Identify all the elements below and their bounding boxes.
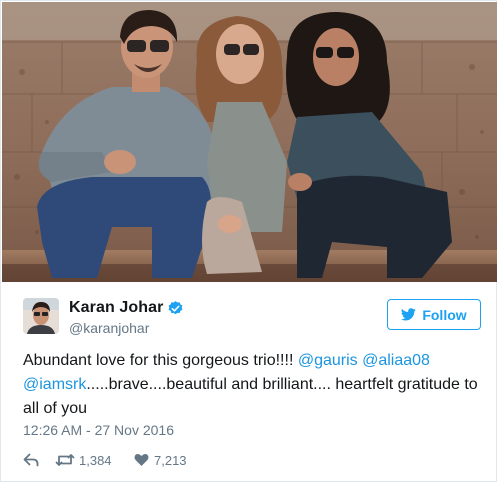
embedded-tweet-card: Karan Johar @karanjohar Follow Abundant … — [0, 0, 497, 482]
heart-icon — [134, 453, 149, 466]
tweet-timestamp[interactable]: 12:26 AM - 27 Nov 2016 — [23, 422, 174, 438]
author-avatar[interactable] — [23, 298, 59, 334]
mention-link-iamsrk[interactable]: @iamsrk — [23, 376, 86, 393]
like-button[interactable]: 7,213 — [134, 453, 187, 468]
follow-button[interactable]: Follow — [387, 299, 481, 330]
tweet-text-part: Abundant love for this gorgeous trio!!!! — [23, 352, 298, 369]
mention-link-gauris[interactable]: @gauris — [298, 352, 358, 369]
follow-label: Follow — [422, 306, 467, 323]
verified-badge-icon — [168, 301, 183, 315]
like-count: 7,213 — [154, 452, 187, 468]
reply-icon — [23, 453, 39, 467]
avatar-image — [23, 298, 59, 334]
mention-link-aliaa08[interactable]: @aliaa08 — [362, 352, 430, 369]
retweet-button[interactable]: 1,384 — [55, 453, 134, 468]
tweet-body: Karan Johar @karanjohar Follow Abundant … — [1, 282, 497, 483]
author-display-name[interactable]: Karan Johar — [69, 299, 163, 317]
tweet-text-part: .....brave....beautiful and brilliant...… — [23, 376, 478, 417]
tweet-actions: 1,384 7,213 — [23, 450, 187, 470]
author-handle[interactable]: @karanjohar — [69, 320, 149, 336]
reply-button[interactable] — [23, 453, 55, 467]
tweet-text: Abundant love for this gorgeous trio!!!!… — [23, 349, 483, 421]
tweet-photo[interactable] — [2, 2, 497, 282]
retweet-count: 1,384 — [79, 452, 112, 468]
retweet-icon — [55, 454, 75, 466]
photo-illustration — [2, 2, 497, 282]
twitter-bird-icon — [401, 308, 417, 321]
